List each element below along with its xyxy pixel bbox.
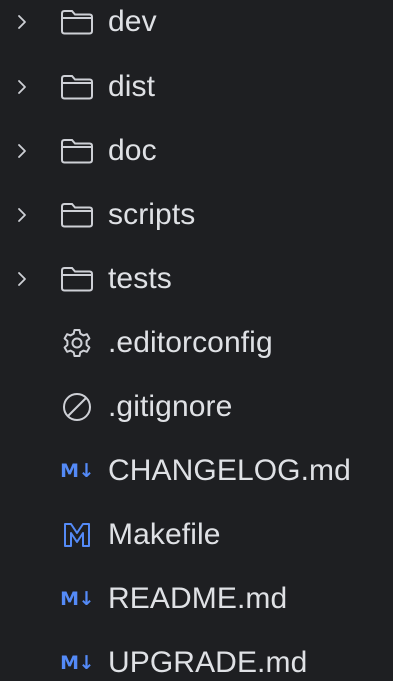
markdown-badge: M↓	[60, 460, 94, 482]
folder-icon	[58, 5, 96, 39]
tree-item-label: .editorconfig	[108, 326, 273, 359]
tree-item-editorconfig[interactable]: .editorconfig	[0, 317, 393, 369]
tree-item-changelog[interactable]: M↓ CHANGELOG.md	[0, 445, 393, 497]
tree-item-upgrade[interactable]: M↓ UPGRADE.md	[0, 637, 393, 681]
markdown-badge: M↓	[60, 588, 94, 610]
folder-icon	[58, 70, 96, 104]
markdown-badge: M↓	[60, 652, 94, 674]
chevron-right-icon[interactable]	[12, 205, 32, 225]
project-tree: dev dist doc scripts tests .editorconfig…	[0, 0, 393, 681]
chevron-right-icon[interactable]	[12, 141, 32, 161]
tree-item-tests[interactable]: tests	[0, 253, 393, 305]
folder-icon	[58, 134, 96, 168]
tree-item-label: README.md	[108, 582, 288, 615]
tree-item-dev[interactable]: dev	[0, 0, 393, 48]
tree-item-gitignore[interactable]: .gitignore	[0, 381, 393, 433]
tree-item-label: UPGRADE.md	[108, 646, 308, 679]
tree-item-makefile[interactable]: Makefile	[0, 509, 393, 561]
folder-icon	[58, 198, 96, 232]
tree-item-label: CHANGELOG.md	[108, 454, 351, 487]
tree-item-dist[interactable]: dist	[0, 61, 393, 113]
tree-item-label: .gitignore	[108, 390, 233, 423]
tree-item-scripts[interactable]: scripts	[0, 189, 393, 241]
tree-item-label: scripts	[108, 198, 196, 231]
chevron-right-icon[interactable]	[12, 77, 32, 97]
tree-item-label: dev	[108, 5, 157, 38]
tree-item-label: dist	[108, 70, 156, 103]
markdown-icon: M↓	[58, 454, 96, 488]
tree-item-label: doc	[108, 134, 157, 167]
makefile-icon	[58, 518, 96, 552]
chevron-right-icon[interactable]	[12, 12, 32, 32]
tree-item-label: tests	[108, 262, 172, 295]
chevron-right-icon[interactable]	[12, 269, 32, 289]
markdown-icon: M↓	[58, 646, 96, 680]
tree-item-readme[interactable]: M↓ README.md	[0, 573, 393, 625]
ignore-icon	[58, 390, 96, 424]
markdown-icon: M↓	[58, 582, 96, 616]
folder-icon	[58, 262, 96, 296]
tree-item-label: Makefile	[108, 518, 221, 551]
tree-item-doc[interactable]: doc	[0, 125, 393, 177]
gear-icon	[58, 326, 96, 360]
